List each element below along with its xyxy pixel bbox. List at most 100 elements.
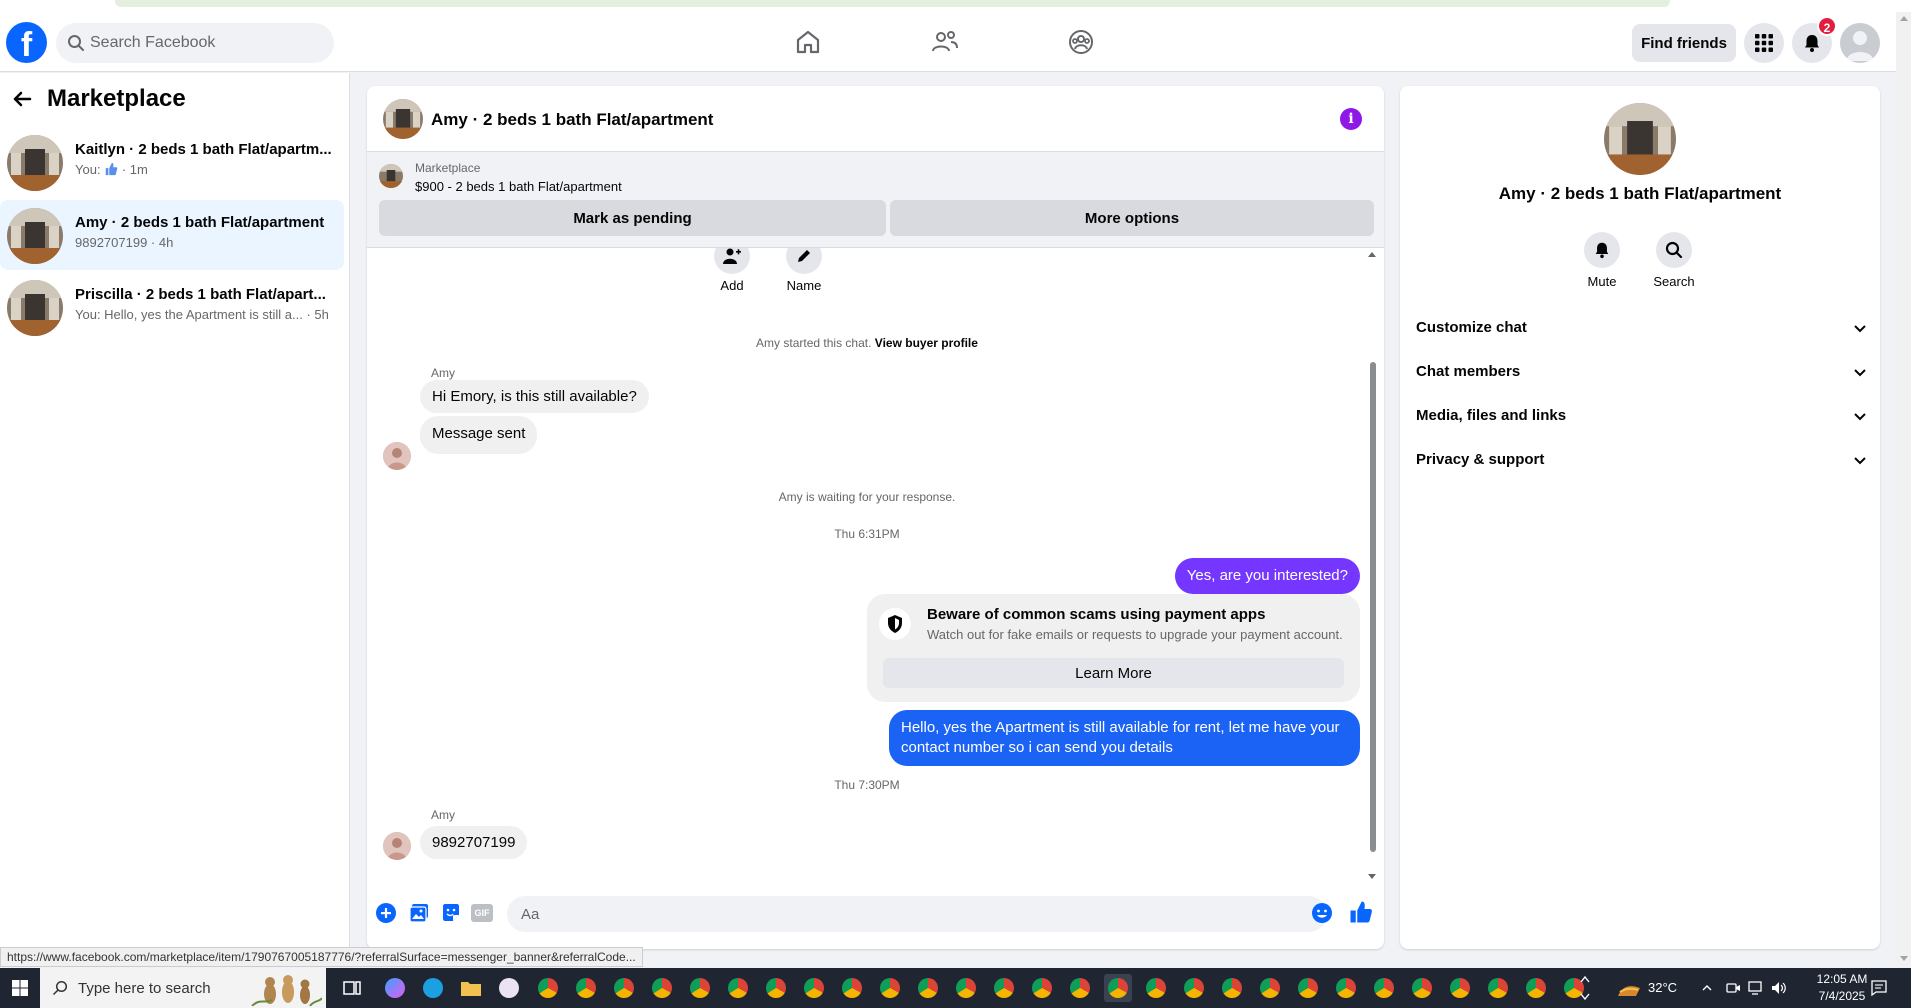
search-icon xyxy=(52,980,68,996)
network-icon[interactable] xyxy=(1748,980,1766,996)
name-action[interactable]: Name xyxy=(774,248,834,293)
amy-avatar[interactable] xyxy=(383,832,411,860)
chrome-app-icon[interactable] xyxy=(610,974,638,1002)
scroll-up-arrow-icon[interactable] xyxy=(1368,252,1376,257)
photo-icon[interactable] xyxy=(408,902,430,924)
chrome-app-icon[interactable] xyxy=(1256,974,1284,1002)
chrome-app-icon[interactable] xyxy=(990,974,1018,1002)
groups-icon[interactable] xyxy=(1065,26,1097,58)
chrome-app-icon[interactable] xyxy=(838,974,866,1002)
section-chat-members[interactable]: Chat members xyxy=(1416,352,1868,392)
file-explorer-icon[interactable] xyxy=(457,974,485,1002)
facebook-header: f Find friends 2 xyxy=(0,12,1896,72)
task-view-icon[interactable] xyxy=(338,974,366,1002)
emoji-icon[interactable] xyxy=(1311,902,1333,924)
conversation-item-amy[interactable]: Amy · 2 beds 1 bath Flat/apartment 98927… xyxy=(0,200,344,270)
chrome-app-icon[interactable] xyxy=(686,974,714,1002)
taskbar-search-input[interactable] xyxy=(78,968,278,1008)
chrome-app-icon[interactable] xyxy=(534,974,562,1002)
scroll-thumb[interactable] xyxy=(1370,362,1376,852)
copilot-app-icon[interactable] xyxy=(381,974,409,1002)
info-icon[interactable]: i xyxy=(1340,108,1362,130)
facebook-logo-icon[interactable]: f xyxy=(6,22,47,63)
chrome-app-icon[interactable] xyxy=(1028,974,1056,1002)
details-listing-thumbnail[interactable] xyxy=(1604,103,1676,175)
chrome-app-icon[interactable] xyxy=(1522,974,1550,1002)
chrome-app-icon[interactable] xyxy=(1142,974,1170,1002)
chat-listing-thumbnail[interactable] xyxy=(383,99,423,139)
page-scroll-down-icon[interactable] xyxy=(1900,956,1908,961)
thread-scrollbar[interactable] xyxy=(1367,252,1377,882)
mute-action[interactable]: Mute xyxy=(1572,232,1632,289)
listing-price[interactable]: $900 - 2 beds 1 bath Flat/apartment xyxy=(415,179,622,194)
chrome-app-icon[interactable] xyxy=(1408,974,1436,1002)
sticker-icon[interactable] xyxy=(440,902,462,924)
message-input[interactable] xyxy=(521,896,1281,932)
chrome-app-icon[interactable] xyxy=(914,974,942,1002)
clock-date[interactable]: 7/4/2025 xyxy=(1808,989,1876,1003)
chrome-app-icon[interactable] xyxy=(1066,974,1094,1002)
gif-icon[interactable]: GIF xyxy=(471,904,493,922)
learn-more-button[interactable]: Learn More xyxy=(883,658,1344,688)
taskbar-scroll-icon[interactable] xyxy=(1580,972,1590,1004)
chevron-up-icon[interactable] xyxy=(1701,982,1713,994)
section-customize-chat[interactable]: Customize chat xyxy=(1416,308,1868,348)
scroll-down-arrow-icon[interactable] xyxy=(1368,874,1376,879)
mark-as-pending-button[interactable]: Mark as pending xyxy=(379,200,886,236)
clock-time[interactable]: 12:05 AM xyxy=(1808,972,1876,986)
section-privacy-support[interactable]: Privacy & support xyxy=(1416,440,1868,480)
edge-browser-icon[interactable] xyxy=(419,974,447,1002)
page-scroll-up-icon[interactable] xyxy=(1900,16,1908,21)
plus-circle-icon[interactable] xyxy=(375,902,397,924)
notification-center-icon[interactable] xyxy=(1870,979,1888,997)
amy-avatar[interactable] xyxy=(383,442,411,470)
menu-button[interactable] xyxy=(1744,23,1784,63)
search-box[interactable] xyxy=(56,23,334,63)
chrome-app-icon[interactable] xyxy=(572,974,600,1002)
thumbs-up-send-icon[interactable] xyxy=(1349,900,1373,924)
incoming-message[interactable]: Message sent xyxy=(420,416,538,454)
search-input[interactable] xyxy=(90,23,330,63)
chrome-app-icon[interactable] xyxy=(1332,974,1360,1002)
outgoing-message[interactable]: Yes, are you interested? xyxy=(1174,558,1360,594)
chrome-app-icon[interactable] xyxy=(1484,974,1512,1002)
add-action[interactable]: Add xyxy=(702,248,762,293)
page-scrollbar[interactable] xyxy=(1896,12,1911,965)
chrome-app-icon[interactable] xyxy=(1294,974,1322,1002)
chrome-app-icon[interactable] xyxy=(762,974,790,1002)
friends-icon[interactable] xyxy=(929,26,961,58)
volume-icon[interactable] xyxy=(1770,980,1788,996)
conversation-item-priscilla[interactable]: Priscilla · 2 beds 1 bath Flat/apart... … xyxy=(0,272,344,342)
search-action[interactable]: Search xyxy=(1644,232,1704,289)
chrome-app-icon[interactable] xyxy=(1370,974,1398,1002)
chrome-app-icon[interactable] xyxy=(724,974,752,1002)
paint-app-icon[interactable] xyxy=(495,974,523,1002)
outgoing-message[interactable]: Hello, yes the Apartment is still availa… xyxy=(889,710,1360,766)
section-media-files-links[interactable]: Media, files and links xyxy=(1416,396,1868,436)
chrome-app-icon[interactable] xyxy=(1446,974,1474,1002)
home-icon[interactable] xyxy=(792,26,824,58)
message-input-box[interactable] xyxy=(507,896,1327,932)
chrome-app-icon[interactable] xyxy=(1180,974,1208,1002)
chevron-down-icon xyxy=(1854,325,1866,333)
weather-icon[interactable] xyxy=(1616,976,1642,1000)
incoming-message[interactable]: Hi Emory, is this still available? xyxy=(420,380,649,413)
chrome-app-icon[interactable] xyxy=(648,974,676,1002)
chrome-app-icon-active[interactable] xyxy=(1104,974,1132,1002)
more-options-button[interactable]: More options xyxy=(890,200,1374,236)
taskbar-search-box[interactable] xyxy=(40,968,326,1008)
find-friends-button[interactable]: Find friends xyxy=(1632,24,1736,62)
account-avatar[interactable] xyxy=(1840,23,1880,63)
chrome-app-icon[interactable] xyxy=(800,974,828,1002)
view-buyer-profile-link[interactable]: View buyer profile xyxy=(875,336,978,350)
chat-title[interactable]: Amy · 2 beds 1 bath Flat/apartment xyxy=(431,110,713,130)
windows-start-icon[interactable] xyxy=(0,968,40,1008)
back-arrow-icon[interactable] xyxy=(10,87,34,111)
incoming-message[interactable]: 9892707199 xyxy=(420,826,528,859)
chrome-app-icon[interactable] xyxy=(952,974,980,1002)
conversation-item-kaitlyn[interactable]: Kaitlyn · 2 beds 1 bath Flat/apartm... Y… xyxy=(0,127,344,197)
temperature-text[interactable]: 32°C xyxy=(1648,980,1677,995)
meet-now-icon[interactable] xyxy=(1725,980,1741,996)
chrome-app-icon[interactable] xyxy=(876,974,904,1002)
chrome-app-icon[interactable] xyxy=(1218,974,1246,1002)
